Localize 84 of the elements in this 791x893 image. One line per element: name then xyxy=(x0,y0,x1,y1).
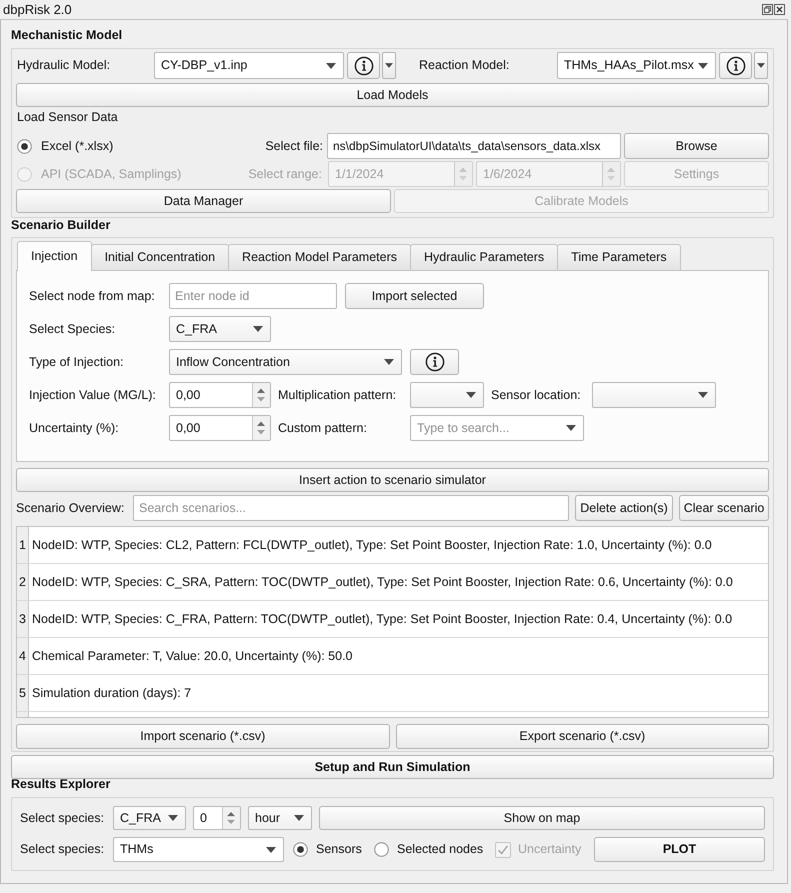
info-button[interactable] xyxy=(410,349,459,375)
info-icon xyxy=(726,56,746,76)
scenario-action-cell[interactable]: NodeID: WTP, Species: C_SRA, Pattern: TOC(DWTP_outlet), Type: Set Point Booster, Injection Rate: 0.6, Uncertainty (%): 0.0 xyxy=(29,564,768,600)
section-title: Scenario Builder xyxy=(11,217,110,234)
field-label: Select range: xyxy=(248,166,323,183)
field-label: Sensor location: xyxy=(491,386,582,404)
show-on-map-button[interactable]: Show on map xyxy=(319,806,765,830)
action-button[interactable]: Data Manager xyxy=(16,189,391,213)
caret-icon xyxy=(385,63,393,68)
field-label: Type of Injection: xyxy=(29,354,125,371)
plot-target-radio-option[interactable]: Selected nodes xyxy=(374,840,495,859)
section-title: Mechanistic Model xyxy=(11,27,122,44)
subsection-title: Load Sensor Data xyxy=(17,108,118,126)
tab[interactable]: Initial Concentration xyxy=(90,244,230,270)
field-label: Hydraulic Model: xyxy=(16,57,112,74)
injection-value-spinbox[interactable]: 0,00 xyxy=(169,382,271,408)
clear-scenario-button[interactable]: Clear scenario xyxy=(679,495,769,521)
tab[interactable]: Injection xyxy=(17,241,92,271)
field-label: Reaction Model: xyxy=(418,57,510,74)
stepper-icon[interactable] xyxy=(252,383,270,407)
close-icon[interactable] xyxy=(774,4,785,15)
field-label: Select node from map: xyxy=(29,288,156,305)
radio-icon[interactable] xyxy=(374,842,389,857)
caret-icon xyxy=(698,392,708,398)
uncertainty-spinbox[interactable]: 0,00 xyxy=(169,415,271,441)
caret-icon xyxy=(168,815,178,821)
species-dropdown[interactable]: C_FRA xyxy=(169,316,271,342)
tab[interactable]: Hydraulic Parameters xyxy=(410,244,558,270)
restore-icon[interactable] xyxy=(762,4,773,15)
excel-radio-option[interactable]: Excel (*.xlsx) xyxy=(16,136,114,156)
export-scenario-button[interactable]: Export scenario (*.csv) xyxy=(396,724,769,749)
field-label: Injection Value (MG/L): xyxy=(29,386,157,404)
delete-actions-button[interactable]: Delete action(s) xyxy=(575,495,673,521)
window-title: dbpRisk 2.0 xyxy=(3,0,72,19)
reaction-model-dropdown[interactable]: THMs_HAAs_Pilot.msx xyxy=(557,52,716,79)
radio-icon[interactable] xyxy=(293,842,308,857)
time-spinbox[interactable]: 0 xyxy=(193,806,241,830)
plot-button[interactable]: PLOT xyxy=(594,837,765,862)
scenario-action-cell[interactable]: Chemical Parameter: T, Value: 20.0, Uncertainty (%): 50.0 xyxy=(29,638,768,674)
field-label: Select Species: xyxy=(29,320,116,338)
import-selected-button[interactable]: Import selected xyxy=(345,283,484,309)
tab[interactable]: Reaction Model Parameters xyxy=(228,244,411,270)
caret-icon xyxy=(266,846,276,852)
field-label: Scenario Overview: xyxy=(16,500,126,517)
field-label: Uncertainty (%): xyxy=(29,420,120,437)
caret-icon xyxy=(326,62,336,68)
field-label: Multiplication pattern: xyxy=(278,386,398,404)
scenario-action-cell[interactable]: NodeID: WTP, Species: C_FRA, Pattern: TOC(DWTP_outlet), Type: Set Point Booster, Injection Rate: 0.4, Uncertainty (%): 0.0 xyxy=(29,601,768,637)
section-title: Results Explorer xyxy=(11,776,110,794)
info-icon xyxy=(354,56,374,76)
scenario-action-cell[interactable]: Simulation duration (days): 7 xyxy=(29,675,768,711)
species-dropdown[interactable]: C_FRA xyxy=(113,806,186,830)
time-unit-dropdown[interactable]: hour xyxy=(248,806,312,830)
caret-icon xyxy=(698,62,708,68)
scenario-action-cell[interactable]: NodeID: WTP, Species: CL2, Pattern: FCL(DWTP_outlet), Type: Set Point Booster, Injection Rate: 1.0, Uncertainty (%): 0.0 xyxy=(29,527,768,563)
field-label: Custom pattern: xyxy=(278,420,368,437)
plot-target-radio-option[interactable]: Sensors xyxy=(293,840,374,859)
field-label: Select species: xyxy=(20,810,106,827)
caret-icon xyxy=(294,815,304,821)
hydraulic-model-dropdown[interactable]: CY-DBP_v1.inp xyxy=(154,52,344,79)
file-path-field[interactable]: ns\dbpSimulatorUI\data\ts_data\sensors_data.xlsx xyxy=(327,133,621,159)
caret-icon xyxy=(253,326,263,332)
info-button[interactable] xyxy=(719,52,752,79)
caret-icon xyxy=(384,359,394,365)
import-scenario-button[interactable]: Import scenario (*.csv) xyxy=(16,724,390,749)
caret-icon xyxy=(466,392,476,398)
injection-type-dropdown[interactable]: Inflow Concentration xyxy=(169,349,402,375)
info-icon xyxy=(424,352,444,372)
stepper-icon[interactable] xyxy=(252,416,270,440)
browse-button[interactable]: Browse xyxy=(624,133,769,159)
dropdown-button[interactable] xyxy=(382,52,396,79)
field-label: Select species: xyxy=(20,841,106,858)
run-simulation-button[interactable]: Setup and Run Simulation xyxy=(11,755,774,779)
insert-action-button[interactable]: Insert action to scenario simulator xyxy=(16,468,769,492)
radio-icon[interactable] xyxy=(17,138,32,154)
stepper-icon[interactable] xyxy=(222,807,240,829)
caret-icon xyxy=(566,425,576,431)
tab[interactable]: Time Parameters xyxy=(557,244,681,270)
caret-icon xyxy=(757,63,765,68)
dropdown-button[interactable] xyxy=(754,52,768,79)
load-models-button[interactable]: Load Models xyxy=(16,83,769,107)
plot-species-dropdown[interactable]: THMs xyxy=(113,837,284,862)
field-label: Select file: xyxy=(265,138,324,155)
info-button[interactable] xyxy=(347,52,380,79)
